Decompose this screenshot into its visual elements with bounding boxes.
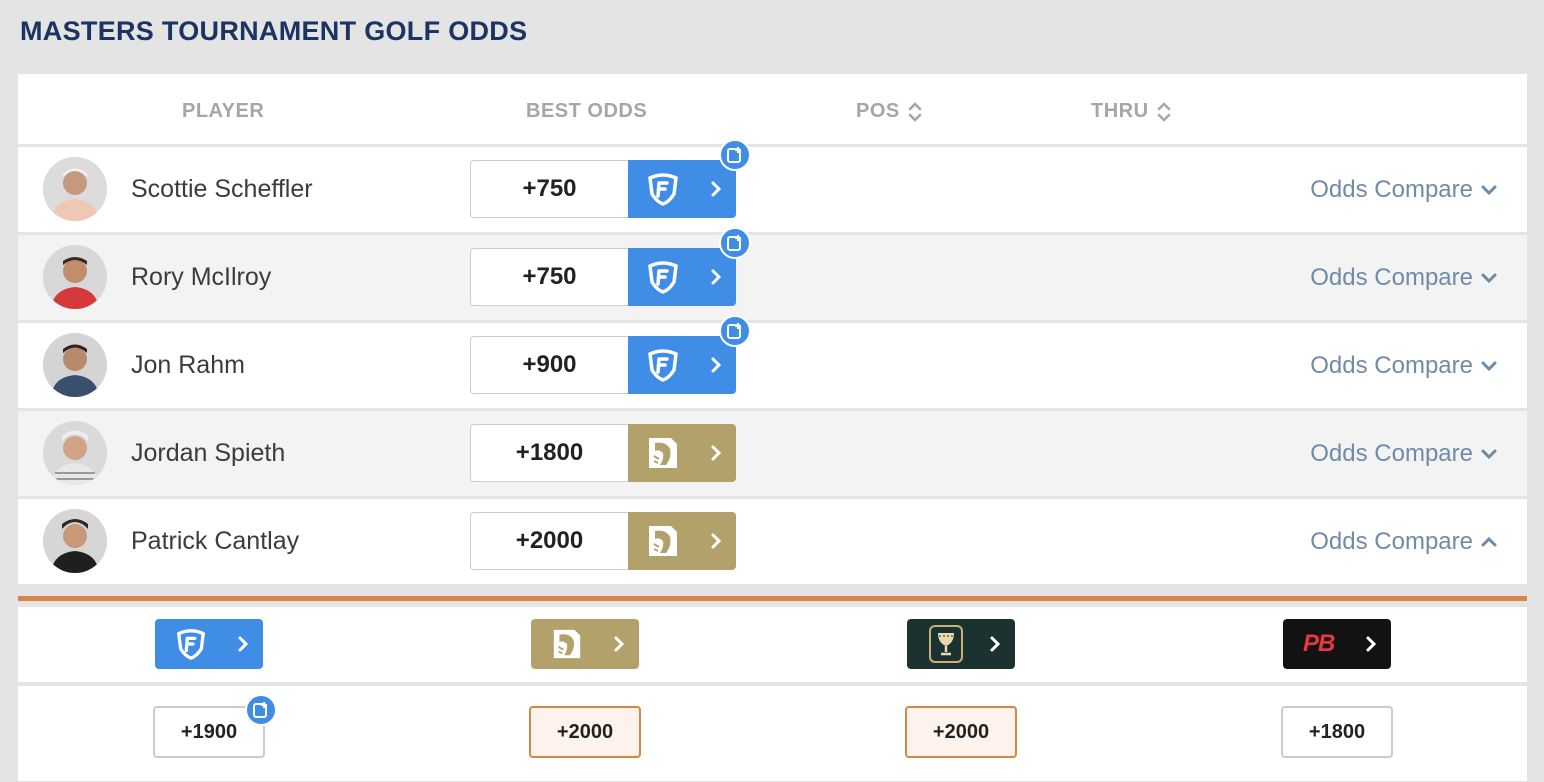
sort-icon[interactable] (1157, 101, 1171, 122)
betmgm-sportsbook-button[interactable] (531, 619, 639, 669)
chevron-right-icon (711, 269, 722, 285)
sportsbook-link[interactable] (628, 512, 736, 570)
caesars-sportsbook-button[interactable] (907, 619, 1015, 669)
fanduel-sportsbook-button[interactable] (155, 619, 263, 669)
expanded-divider (18, 596, 1527, 601)
header-player: PLAYER (182, 100, 265, 122)
add-to-betslip-icon[interactable] (719, 315, 751, 347)
best-odds-button[interactable]: +750 (470, 160, 736, 218)
chevron-right-icon (711, 533, 722, 549)
page-title: MASTERS TOURNAMENT GOLF ODDS (20, 16, 528, 46)
odds-table: PLAYER BEST ODDS POS THRU Scottie Scheff… (18, 74, 1527, 782)
player-name[interactable]: Jordan Spieth (131, 439, 285, 468)
caesars-trophy-icon (929, 625, 963, 663)
add-to-betslip-icon[interactable] (719, 139, 751, 171)
player-row: Scottie Scheffler +750 Odds Compare (18, 139, 1527, 232)
sportsbook-link[interactable] (628, 336, 736, 394)
odds-value[interactable]: +750 (470, 248, 628, 306)
betmgm-lion-icon (649, 526, 677, 556)
odds-compare-toggle[interactable]: Odds Compare (1310, 352, 1497, 380)
player-avatar (43, 333, 107, 397)
odds-compare-label: Odds Compare (1310, 264, 1473, 291)
betmgm-lion-icon (553, 629, 581, 659)
player-name[interactable]: Rory McIlroy (131, 263, 271, 292)
chevron-up-icon (1481, 537, 1497, 547)
player-row: Rory McIlroy +750 Odds Compare (18, 227, 1527, 320)
header-pos-label: POS (856, 100, 900, 122)
odds-value[interactable]: +750 (470, 160, 628, 218)
fanduel-shield-icon (176, 629, 206, 660)
player-name[interactable]: Scottie Scheffler (131, 175, 313, 204)
chevron-right-icon (711, 181, 722, 197)
odds-compare-toggle[interactable]: Odds Compare (1310, 264, 1497, 292)
chevron-down-icon (1481, 273, 1497, 283)
sportsbook-link[interactable] (628, 248, 736, 306)
player-name[interactable]: Jon Rahm (131, 351, 245, 380)
pointsbet-logo: PB (1303, 630, 1335, 657)
chevron-down-icon (1481, 185, 1497, 195)
fanduel-shield-icon (648, 349, 678, 382)
odds-compare-label: Odds Compare (1310, 440, 1473, 467)
player-avatar (43, 509, 107, 573)
chevron-right-icon (990, 636, 1001, 652)
compare-odds-row: +1900 +2000 +2000 +1800 (18, 686, 1527, 781)
odds-compare-label: Odds Compare (1310, 176, 1473, 203)
player-avatar (43, 157, 107, 221)
sportsbook-link[interactable] (628, 160, 736, 218)
player-avatar (43, 421, 107, 485)
caesars-odds-button[interactable]: +2000 (905, 706, 1017, 758)
header-pos[interactable]: POS (856, 100, 922, 123)
best-odds-button[interactable]: +900 (470, 336, 736, 394)
chevron-right-icon (1366, 636, 1377, 652)
add-to-betslip-icon[interactable] (719, 227, 751, 259)
player-row: Jon Rahm +900 Odds Compare (18, 315, 1527, 408)
chevron-down-icon (1481, 361, 1497, 371)
pointsbet-sportsbook-button[interactable]: PB (1283, 619, 1391, 669)
odds-compare-toggle[interactable]: Odds Compare (1310, 528, 1497, 556)
sportsbook-link[interactable] (628, 424, 736, 482)
best-odds-button[interactable]: +2000 (470, 512, 736, 570)
betmgm-odds-button[interactable]: +2000 (529, 706, 641, 758)
pointsbet-odds-button[interactable]: +1800 (1281, 706, 1393, 758)
odds-compare-label: Odds Compare (1310, 528, 1473, 555)
odds-compare-toggle[interactable]: Odds Compare (1310, 176, 1497, 204)
chevron-right-icon (614, 636, 625, 652)
player-row: Patrick Cantlay +2000 Odds Compare (18, 499, 1527, 584)
header-best-odds: BEST ODDS (526, 100, 648, 122)
header-thru[interactable]: THRU (1091, 100, 1171, 123)
compare-sportsbooks-row: PB (18, 607, 1527, 682)
best-odds-button[interactable]: +1800 (470, 424, 736, 482)
chevron-right-icon (711, 357, 722, 373)
player-name[interactable]: Patrick Cantlay (131, 527, 299, 556)
fanduel-shield-icon (648, 173, 678, 206)
odds-value[interactable]: +2000 (470, 512, 628, 570)
add-to-betslip-icon[interactable] (245, 694, 277, 726)
best-odds-button[interactable]: +750 (470, 248, 736, 306)
betmgm-lion-icon (649, 438, 677, 468)
odds-compare-toggle[interactable]: Odds Compare (1310, 440, 1497, 468)
odds-value[interactable]: +900 (470, 336, 628, 394)
odds-compare-label: Odds Compare (1310, 352, 1473, 379)
fanduel-shield-icon (648, 261, 678, 294)
sort-icon[interactable] (908, 101, 922, 122)
player-avatar (43, 245, 107, 309)
odds-value[interactable]: +1800 (470, 424, 628, 482)
chevron-right-icon (711, 445, 722, 461)
chevron-down-icon (1481, 449, 1497, 459)
chevron-right-icon (238, 636, 249, 652)
header-thru-label: THRU (1091, 100, 1149, 122)
player-row: Jordan Spieth +1800 Odds Compare (18, 411, 1527, 496)
table-header: PLAYER BEST ODDS POS THRU (18, 74, 1527, 147)
